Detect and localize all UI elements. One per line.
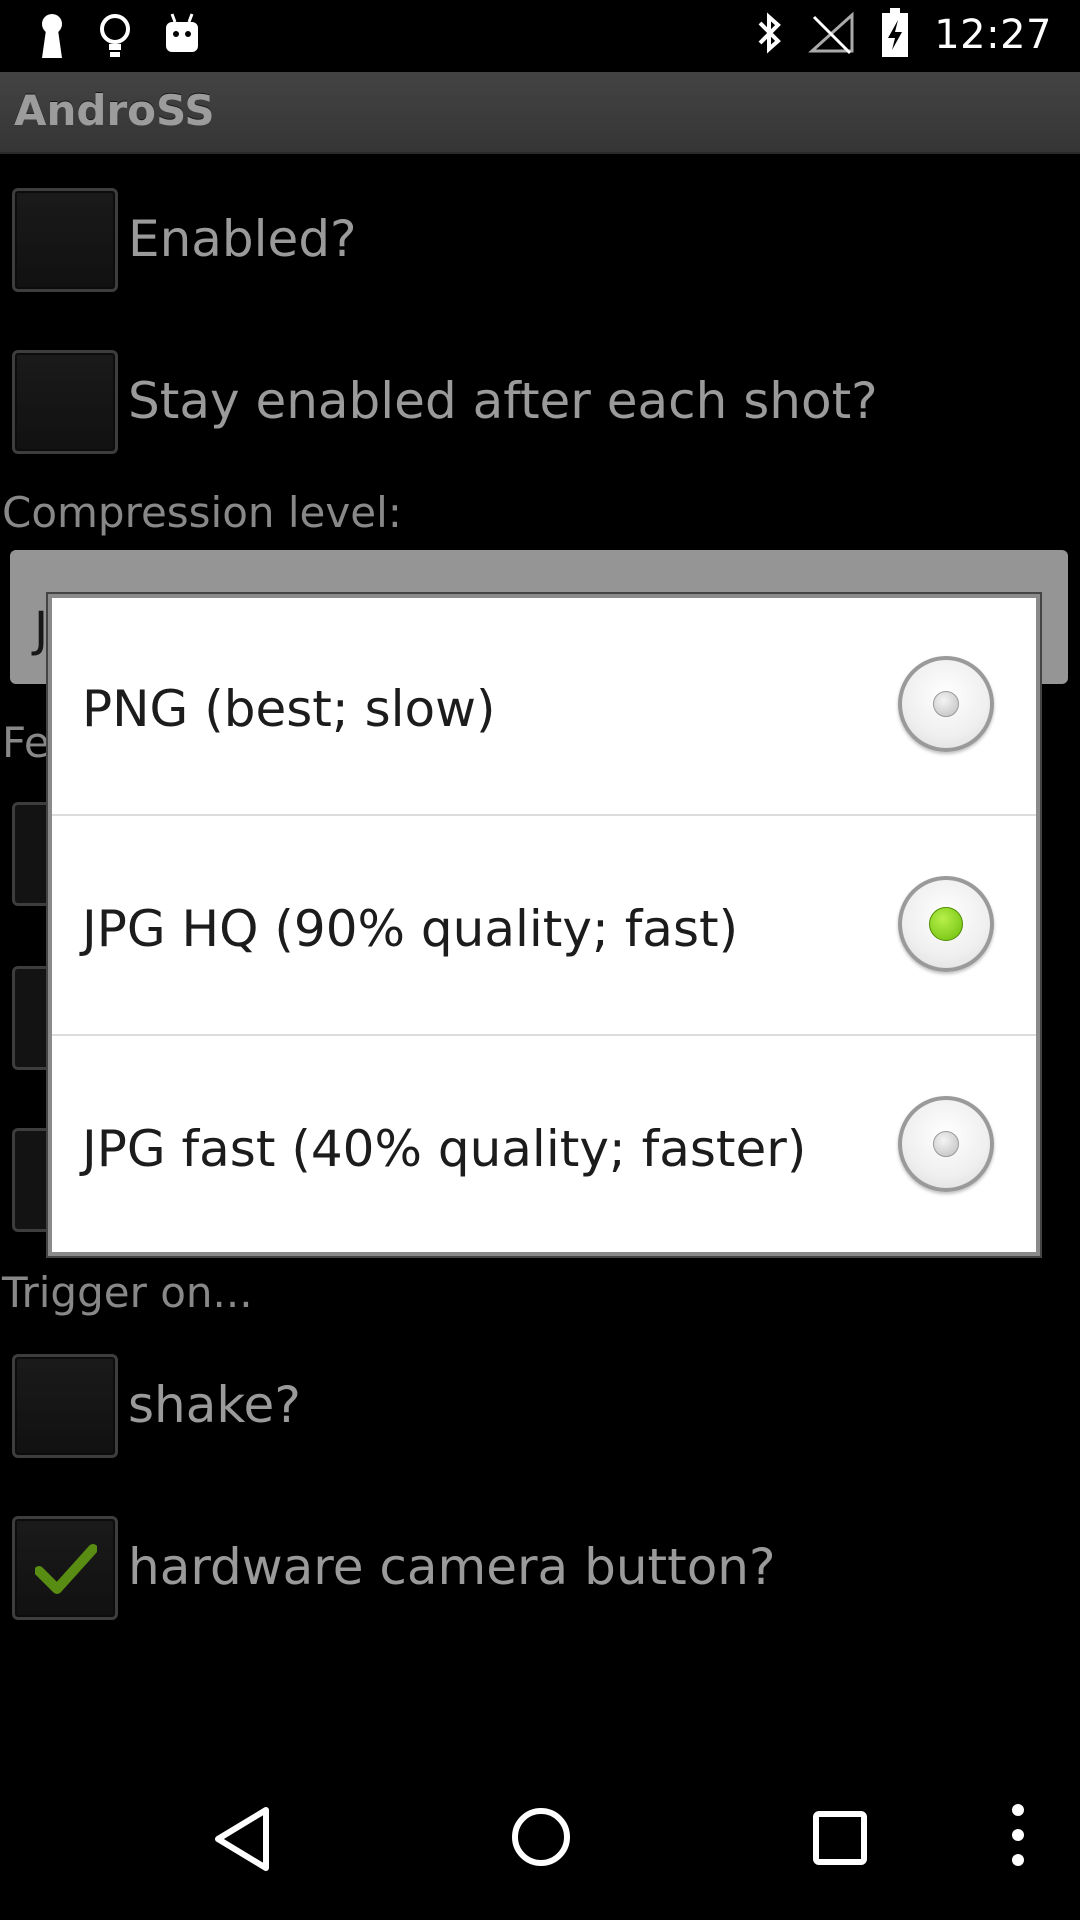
home-icon[interactable]: [510, 1806, 572, 1872]
battery-charging-icon: [880, 8, 910, 62]
radio-button[interactable]: [898, 656, 994, 752]
compression-dialog: PNG (best; slow) JPG HQ (90% quality; fa…: [48, 594, 1040, 1256]
option-label: JPG fast (40% quality; faster): [82, 1120, 807, 1178]
option-jpg-hq[interactable]: JPG HQ (90% quality; fast): [52, 818, 1036, 1036]
android-icon: [162, 12, 202, 64]
recents-icon[interactable]: [812, 1810, 868, 1870]
radio-button[interactable]: [898, 1096, 994, 1192]
bluetooth-icon: [754, 9, 784, 61]
option-png[interactable]: PNG (best; slow): [52, 598, 1036, 816]
option-label: JPG HQ (90% quality; fast): [82, 900, 739, 958]
lightbulb-icon: [98, 12, 132, 64]
radio-button-selected[interactable]: [898, 876, 994, 972]
option-jpg-fast[interactable]: JPG fast (40% quality; faster): [52, 1038, 1036, 1256]
status-bar: 12:27: [0, 0, 1080, 72]
overflow-menu-icon[interactable]: [1008, 1802, 1028, 1872]
keyhole-icon: [36, 12, 68, 64]
status-time: 12:27: [934, 12, 1052, 58]
navigation-bar: [0, 1762, 1080, 1920]
back-icon[interactable]: [212, 1806, 272, 1876]
option-label: PNG (best; slow): [82, 680, 496, 738]
wifi-off-icon: [808, 11, 856, 59]
